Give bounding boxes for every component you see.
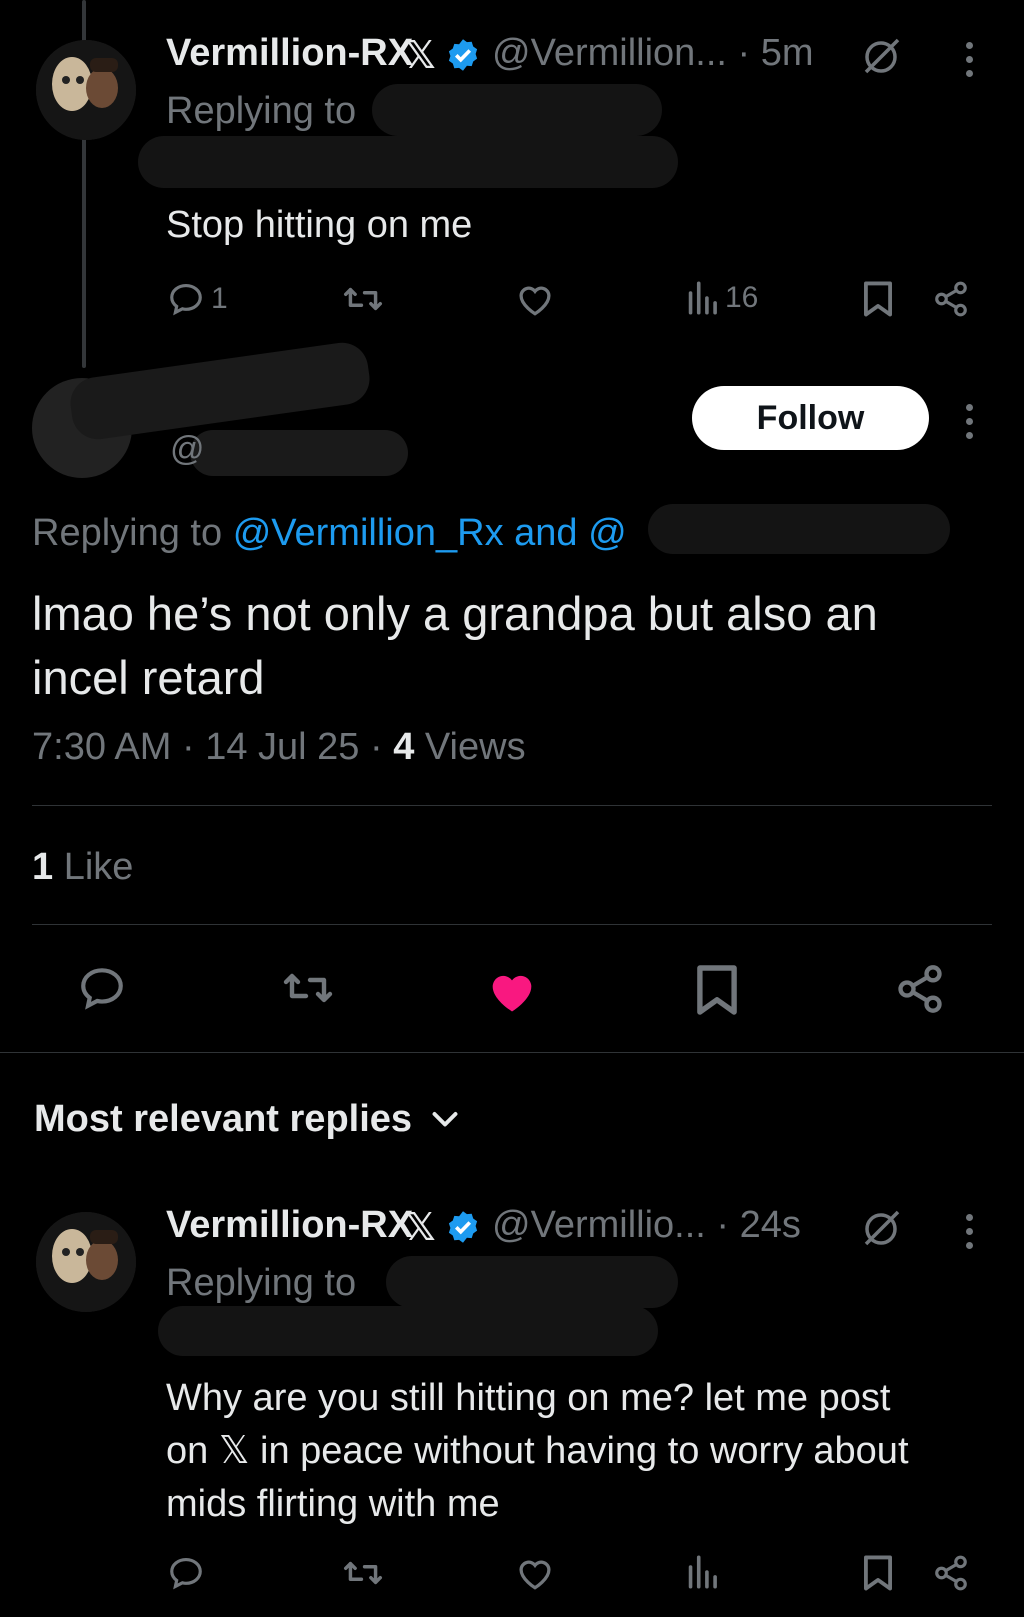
author-handle-time[interactable]: @Vermillion... · 5m [492,32,814,75]
tweet-text-line: incel retard [32,651,265,704]
tweet-text-line: on 𝕏 in peace without having to worry ab… [166,1430,909,1472]
tweet-timestamp[interactable]: 7:30 AM · 14 Jul 25 · [32,726,393,768]
tweet-text: Stop hitting on me [166,204,473,246]
like-button[interactable] [515,1555,555,1591]
reply-icon [170,1557,202,1590]
bookmark-button[interactable] [695,963,739,1017]
like-icon [492,975,532,1012]
replying-to-handles[interactable]: @Vermillion_Rx and @ [233,512,627,554]
verified-badge-icon [445,37,481,73]
redacted-mention [372,84,662,136]
tweet-text: Why are you still hitting on me? let me … [166,1372,909,1531]
bookmark-icon [864,281,892,317]
author-name[interactable]: Vermillion-RX [166,1204,413,1247]
share-icon [935,1555,967,1591]
mute-icon [858,34,904,80]
mute-icon [858,1206,904,1252]
views-count: 16 [725,281,759,314]
tweet-text-line: lmao he’s not only a grandpa but also an [32,587,878,640]
divider [32,805,992,806]
share-button[interactable] [932,1554,970,1592]
reply-button[interactable] [167,1554,205,1592]
retweet-icon [343,1561,383,1585]
views-label: Views [414,726,526,768]
share-icon [935,281,967,317]
avatar[interactable] [36,40,136,140]
retweet-button[interactable] [341,1554,385,1592]
redacted-mention [138,136,678,188]
replies-sort-dropdown[interactable]: Most relevant replies [34,1098,460,1141]
views-icon [688,281,717,315]
retweet-icon [343,287,383,311]
follow-button[interactable]: Follow [692,386,929,450]
x-logo-icon: 𝕏 [405,1207,436,1249]
likes-count: 1 [32,846,54,888]
retweet-icon [283,973,333,1003]
redacted-mention [386,1256,678,1308]
reply-count: 1 [211,282,228,315]
reply-icon [81,968,123,1010]
avatar[interactable] [36,1212,136,1312]
retweet-button[interactable] [278,964,338,1012]
bookmark-icon [864,1555,892,1591]
tweet-text-line: Why are you still hitting on me? let me … [166,1377,891,1419]
divider [32,924,992,925]
views-button[interactable] [685,1554,719,1590]
bookmark-icon [697,965,737,1015]
reply-icon [170,283,202,316]
bookmark-button[interactable] [862,1554,894,1592]
views-count: 4 [393,726,415,768]
redacted-author [67,339,373,443]
redacted-author [190,430,408,476]
redacted-mention [648,504,950,554]
share-button[interactable] [894,963,946,1015]
replying-to-line: Replying to @Vermillion_Rx and @ [32,512,627,555]
views-button[interactable]: 16 [685,280,758,316]
replying-to-label: Replying to [32,512,223,554]
like-button[interactable] [515,281,555,317]
chevron-down-icon [432,1111,458,1126]
tweet-meta: 7:30 AM · 14 Jul 25 · 4 Views [32,726,526,769]
like-button-active[interactable] [484,966,540,1016]
views-icon [688,1555,717,1589]
like-icon [519,286,551,316]
verified-badge-icon [445,1209,481,1245]
replying-to-label: Replying to [166,90,357,132]
tweet-text: lmao he’s not only a grandpa but also an… [32,582,878,710]
like-icon [519,1560,551,1590]
tweet-text-line: mids flirting with me [166,1483,500,1525]
share-button[interactable] [932,280,970,318]
share-icon [898,965,942,1013]
redacted-mention [158,1306,658,1356]
more-icon[interactable] [966,1214,973,1249]
author-handle-time[interactable]: @Vermillio... · 24s [492,1204,801,1247]
reply-button[interactable]: 1 [167,280,228,318]
divider [0,1052,1024,1053]
replies-sort-label: Most relevant replies [34,1098,413,1140]
retweet-button[interactable] [341,280,385,318]
author-name[interactable]: Vermillion-RX [166,32,413,75]
bookmark-button[interactable] [862,280,894,318]
likes-label: Like [53,846,134,888]
likes-stat[interactable]: 1 Like [32,846,133,889]
more-icon[interactable] [966,42,973,77]
reply-button[interactable] [76,963,128,1013]
author-handle: @ [170,430,205,468]
x-logo-icon: 𝕏 [405,35,436,77]
replying-to-label: Replying to [166,1262,357,1304]
more-icon[interactable] [966,404,973,439]
